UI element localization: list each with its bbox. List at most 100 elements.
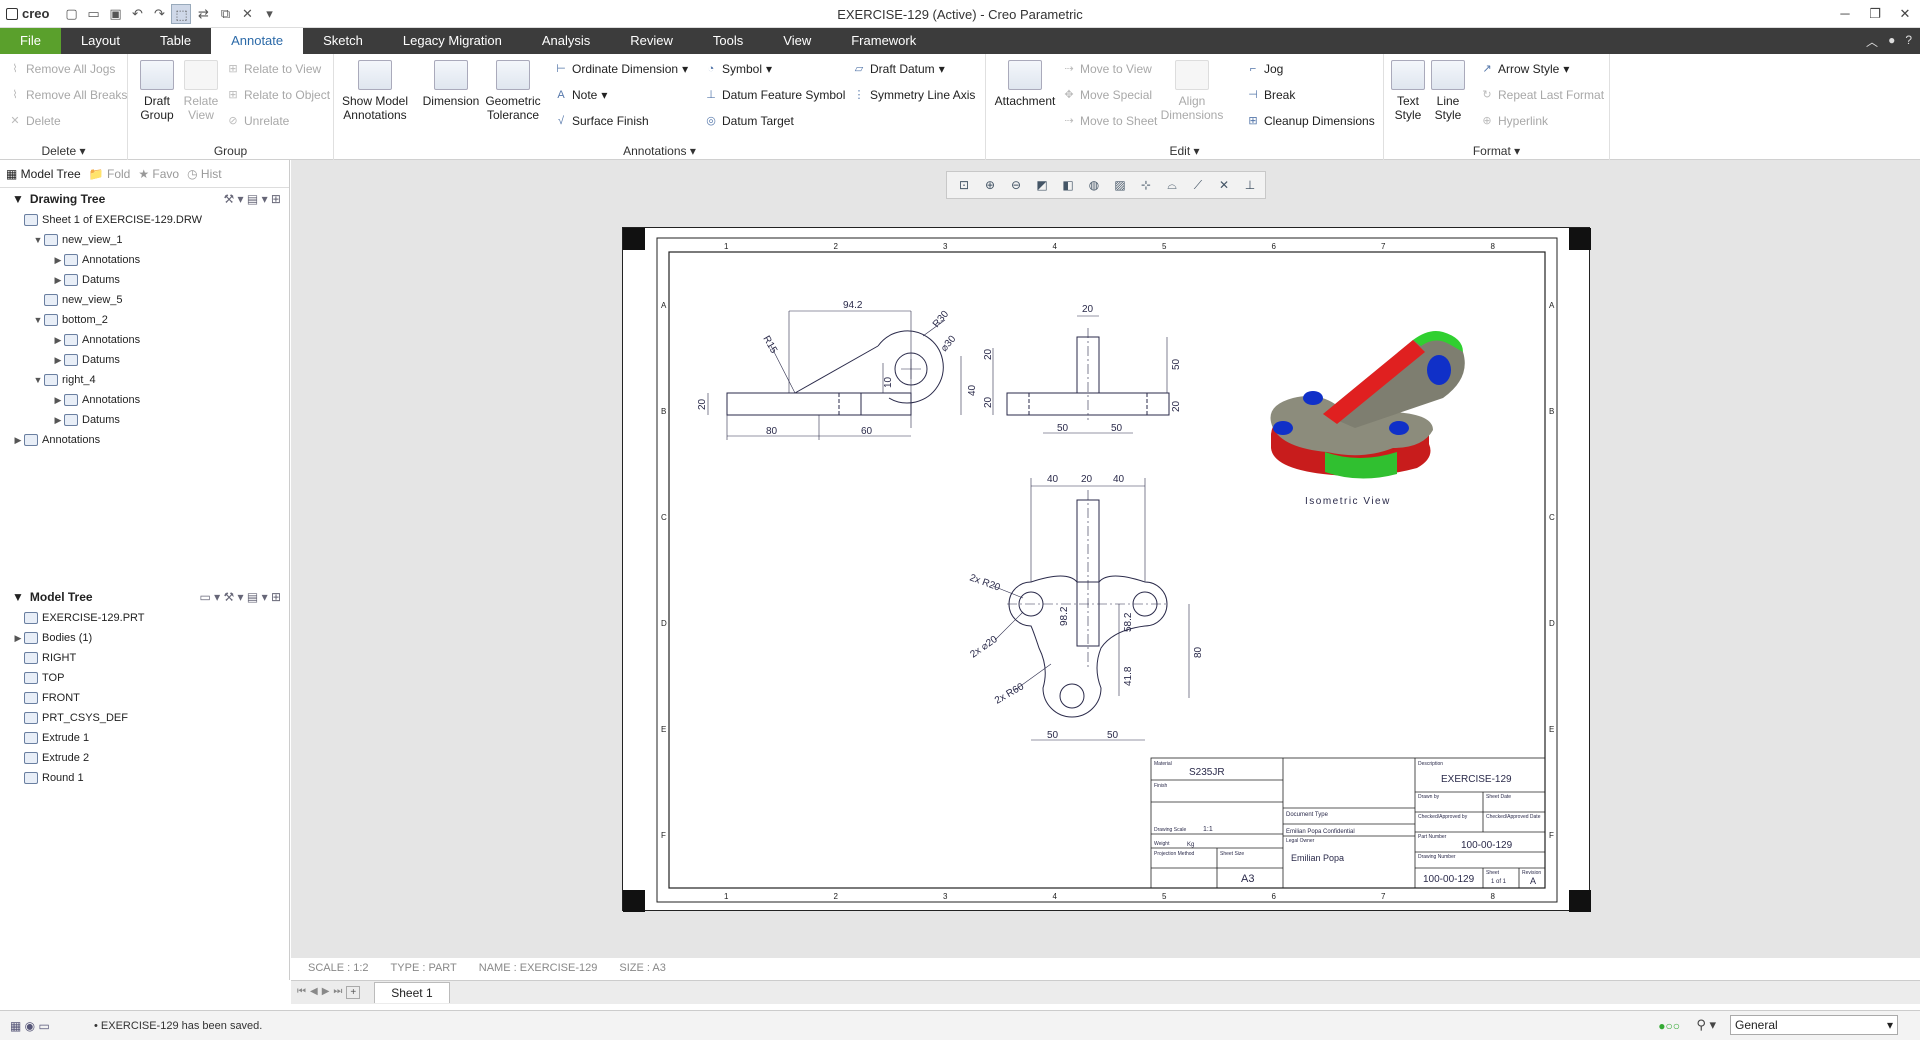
selection-box-icon[interactable]: ⬚ <box>171 3 192 24</box>
cleanup-dimensions-button[interactable]: ⊞ Cleanup Dimensions <box>1246 114 1374 128</box>
tab-file[interactable]: File <box>0 28 61 54</box>
tree-settings-icon[interactable]: ⚒ ▾ ▤ ▾ ⊞ <box>223 192 281 206</box>
tab-history[interactable]: ◷ Hist <box>187 167 221 181</box>
surface-finish-button[interactable]: √ Surface Finish <box>554 114 649 128</box>
tab-layout[interactable]: Layout <box>61 28 140 54</box>
view-manager-icon[interactable]: ▨ <box>1109 175 1131 195</box>
model-tree-item[interactable]: EXERCISE-129.PRT <box>0 608 289 628</box>
selection-filter-select[interactable]: General ▾ <box>1730 1015 1898 1035</box>
next-sheet-icon[interactable]: ▶ <box>322 986 330 999</box>
model-tree-item[interactable]: ▶ Bodies (1) <box>0 628 289 648</box>
regenerate-icon[interactable]: ⇄ <box>193 4 213 24</box>
ordinate-dimension-button[interactable]: ⊢ Ordinate Dimension ▾ <box>554 62 688 76</box>
symmetry-line-axis-button[interactable]: ⋮ Symmetry Line Axis <box>852 88 976 102</box>
dimension-button[interactable]: Dimension <box>422 60 480 108</box>
drawing-tree-item[interactable]: new_view_5 <box>0 290 289 310</box>
model-tree-item[interactable]: Extrude 1 <box>0 728 289 748</box>
help-icon[interactable]: ? <box>1905 33 1912 50</box>
draft-datum-button[interactable]: ▱ Draft Datum ▾ <box>852 62 945 76</box>
expand-icon[interactable]: ▶ <box>52 415 64 426</box>
hyperlink-button[interactable]: ⊕ Hyperlink <box>1480 114 1548 128</box>
tab-folder-browser[interactable]: 📁 Fold <box>89 167 131 181</box>
drawing-tree-item[interactable]: ▼ right_4 <box>0 370 289 390</box>
remove-all-jogs-button[interactable]: ⌇ Remove All Jogs <box>8 62 115 76</box>
unrelate-button[interactable]: ⊘ Unrelate <box>226 114 289 128</box>
model-tree-settings-icon[interactable]: ▭ ▾ ⚒ ▾ ▤ ▾ ⊞ <box>199 590 281 604</box>
drawing-tree-item[interactable]: ▶ Annotations <box>0 330 289 350</box>
draft-group-button[interactable]: Draft Group <box>132 60 182 122</box>
expand-icon[interactable]: ▼ <box>32 235 44 245</box>
tab-sketch[interactable]: Sketch <box>303 28 383 54</box>
orient-icon[interactable]: ◧ <box>1057 175 1079 195</box>
show-model-annotations-button[interactable]: Show Model Annotations <box>338 60 412 122</box>
sketch-icon[interactable]: ⟋ <box>1187 175 1209 195</box>
tab-model-tree[interactable]: ▦ Model Tree <box>6 167 81 181</box>
collapse-icon[interactable]: ▼ <box>12 192 24 206</box>
move-special-button[interactable]: ✥ Move Special <box>1062 88 1152 102</box>
expand-icon[interactable]: ▼ <box>32 315 44 325</box>
tab-review[interactable]: Review <box>610 28 693 54</box>
text-style-button[interactable]: Text Style <box>1388 60 1428 122</box>
repaint-icon[interactable]: ◩ <box>1031 175 1053 195</box>
status-toggle-icons[interactable]: ▦ ◉ ▭ <box>10 1019 50 1033</box>
expand-icon[interactable]: ▶ <box>12 435 24 446</box>
first-sheet-icon[interactable]: ⏮ <box>297 986 306 999</box>
tab-analysis[interactable]: Analysis <box>522 28 610 54</box>
attachment-button[interactable]: Attachment <box>992 60 1058 108</box>
tab-favorites[interactable]: ★ Favo <box>138 167 179 181</box>
note-button[interactable]: A Note ▾ <box>554 88 607 102</box>
move-to-view-button[interactable]: ⇢ Move to View <box>1062 62 1151 76</box>
maximize-icon[interactable]: ❐ <box>1860 0 1890 28</box>
drawing-tree-item[interactable]: ▶ Datums <box>0 270 289 290</box>
drawing-tree-item[interactable]: ▼ bottom_2 <box>0 310 289 330</box>
zoom-in-icon[interactable]: ⊕ <box>979 175 1001 195</box>
expand-icon[interactable]: ▶ <box>52 275 64 286</box>
align-dimensions-button[interactable]: Align Dimensions <box>1160 60 1224 122</box>
tab-annotate[interactable]: Annotate <box>211 28 304 54</box>
redo-icon[interactable]: ↷ <box>149 4 169 24</box>
expand-icon[interactable]: ▶ <box>52 335 64 346</box>
tab-framework[interactable]: Framework <box>831 28 936 54</box>
refit-icon[interactable]: ⊡ <box>953 175 975 195</box>
move-to-sheet-button[interactable]: ⇢ Move to Sheet <box>1062 114 1157 128</box>
model-tree-item[interactable]: Extrude 2 <box>0 748 289 768</box>
symbol-button[interactable]: ◔ Symbol ▾ <box>704 62 772 76</box>
model-tree-item[interactable]: PRT_CSYS_DEF <box>0 708 289 728</box>
arrow-style-button[interactable]: ↗ Arrow Style ▾ <box>1480 62 1569 76</box>
drawing-tree-item[interactable]: ▶ Annotations <box>0 430 289 450</box>
model-tree-item[interactable]: TOP <box>0 668 289 688</box>
add-sheet-icon[interactable]: + <box>346 986 361 999</box>
model-tree-item[interactable]: Round 1 <box>0 768 289 788</box>
group-edit-label[interactable]: Edit ▾ <box>986 144 1383 158</box>
expand-icon[interactable]: ▼ <box>32 375 44 385</box>
axis-icon[interactable]: ⊥ <box>1239 175 1261 195</box>
expand-icon[interactable]: ▶ <box>52 355 64 366</box>
annotation-display-icon[interactable]: ⌓ <box>1161 175 1183 195</box>
windows-icon[interactable]: ⧉ <box>215 4 235 24</box>
new-icon[interactable]: ▢ <box>61 4 81 24</box>
drawing-tree-item[interactable]: Sheet 1 of EXERCISE-129.DRW <box>0 210 289 230</box>
model-tree-item[interactable]: FRONT <box>0 688 289 708</box>
minimize-icon[interactable]: ─ <box>1830 0 1860 28</box>
notification-icon[interactable]: ● <box>1888 33 1895 50</box>
datum-display-icon[interactable]: ⊹ <box>1135 175 1157 195</box>
expand-icon[interactable]: ▶ <box>52 395 64 406</box>
collapse-ribbon-icon[interactable]: ︿ <box>1866 33 1878 50</box>
geometric-tolerance-button[interactable]: Geometric Tolerance <box>484 60 542 122</box>
undo-icon[interactable]: ↶ <box>127 4 147 24</box>
drawing-tree-item[interactable]: ▶ Datums <box>0 350 289 370</box>
model-tree-header[interactable]: ▼ Model Tree ▭ ▾ ⚒ ▾ ▤ ▾ ⊞ <box>0 586 289 608</box>
relate-to-view-button[interactable]: ⊞ Relate to View <box>226 62 321 76</box>
drawing-tree-item[interactable]: ▶ Annotations <box>0 390 289 410</box>
close-window-icon[interactable]: ✕ <box>237 4 257 24</box>
expand-icon[interactable]: ▶ <box>52 255 64 266</box>
drawing-tree-item[interactable]: ▶ Annotations <box>0 250 289 270</box>
tab-table[interactable]: Table <box>140 28 211 54</box>
zoom-out-icon[interactable]: ⊖ <box>1005 175 1027 195</box>
save-icon[interactable]: ▣ <box>105 4 125 24</box>
last-sheet-icon[interactable]: ⏭ <box>333 986 342 999</box>
close-icon[interactable]: ✕ <box>1890 0 1920 28</box>
jog-button[interactable]: ⌐ Jog <box>1246 62 1284 76</box>
tab-tools[interactable]: Tools <box>693 28 763 54</box>
relate-view-button[interactable]: Relate View <box>178 60 224 122</box>
